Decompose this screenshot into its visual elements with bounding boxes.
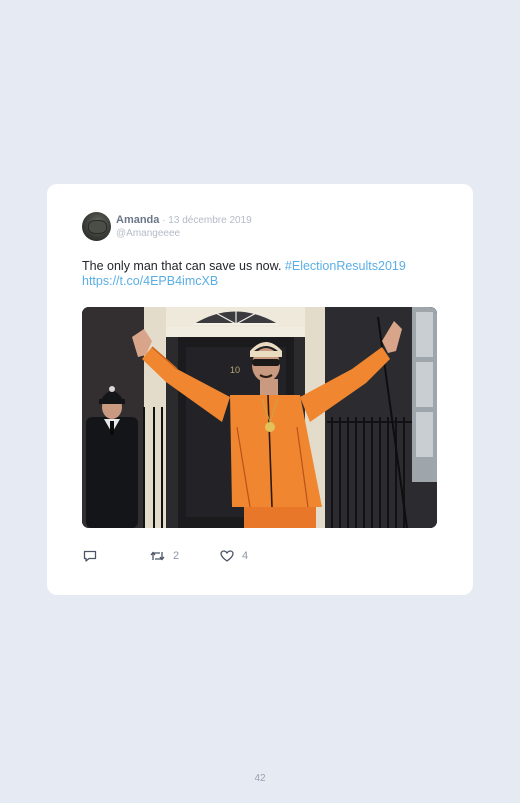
author-handle[interactable]: @Amangeeee <box>116 228 180 239</box>
avatar-image <box>88 220 107 234</box>
tweet-photo: 10 <box>82 307 437 528</box>
author-name[interactable]: Amanda <box>116 214 159 226</box>
tweet-date[interactable]: 13 décembre 2019 <box>168 215 251 226</box>
header-separator: · <box>159 215 169 226</box>
reply-icon <box>82 548 98 564</box>
tweet-body: The only man that can save us now. <box>82 259 285 273</box>
like-count: 4 <box>242 550 249 562</box>
retweet-button[interactable]: 2 <box>149 548 179 564</box>
page-number: 42 <box>254 773 266 784</box>
retweet-count: 2 <box>173 550 180 562</box>
retweet-icon <box>149 548 166 564</box>
heart-icon <box>219 548 235 564</box>
hashtag-link[interactable]: #ElectionResults2019 <box>285 259 406 273</box>
tweet-card: Amanda · 13 décembre 2019 @Amangeeee The… <box>47 184 473 595</box>
like-button[interactable]: 4 <box>219 548 248 564</box>
tweet-media[interactable]: 10 <box>82 307 437 528</box>
tweet-url-link[interactable]: https://t.co/4EPB4imcXB <box>82 274 218 288</box>
tweet-header: Amanda · 13 décembre 2019 <box>116 214 252 226</box>
reply-button[interactable] <box>82 548 98 564</box>
tweet-text: The only man that can save us now. #Elec… <box>82 259 442 289</box>
tweet-actions: 2 4 <box>82 548 442 568</box>
door-number: 10 <box>230 365 240 375</box>
avatar[interactable] <box>82 212 111 241</box>
